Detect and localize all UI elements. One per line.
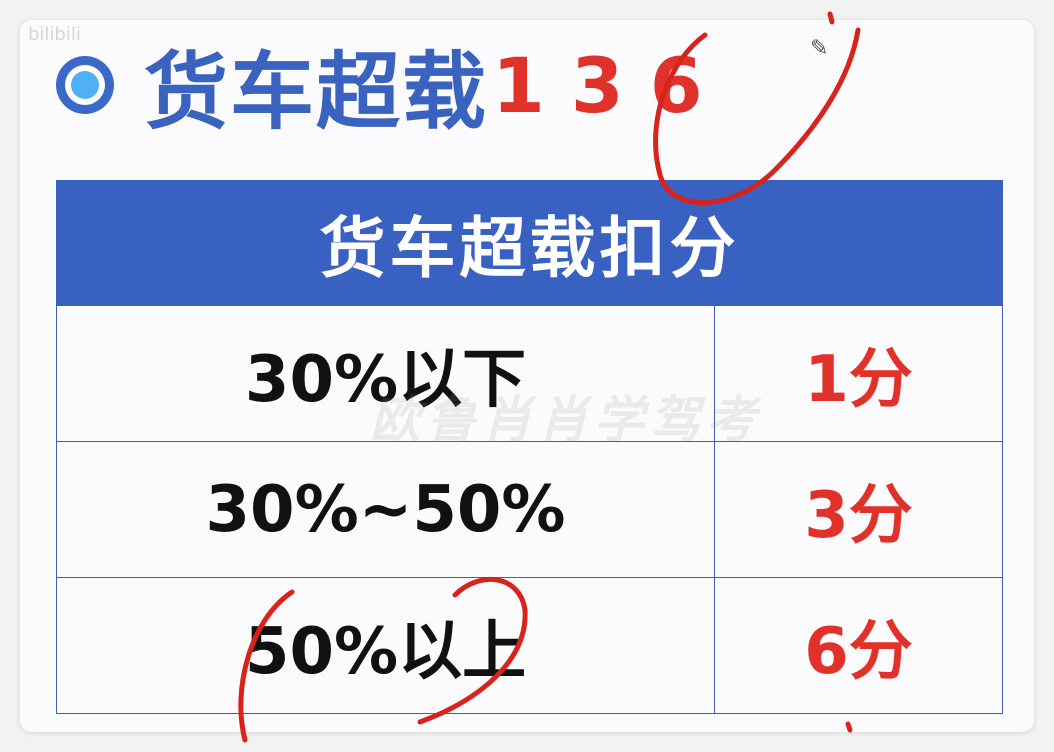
ink-dot-top bbox=[827, 11, 835, 25]
ink-circle-numbers bbox=[653, 27, 861, 206]
ink-dot-bottom bbox=[845, 721, 853, 733]
ink-circle-row3 bbox=[238, 577, 528, 743]
annotation-layer bbox=[238, 11, 861, 743]
